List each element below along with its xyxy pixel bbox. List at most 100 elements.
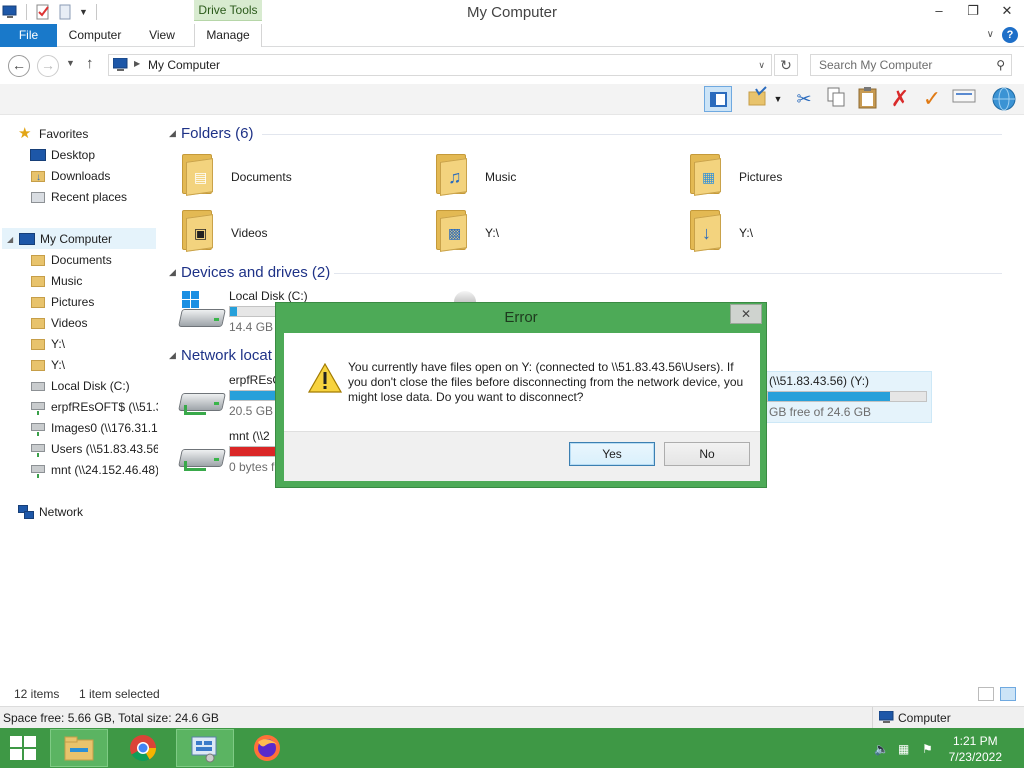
back-button[interactable]: ←: [8, 55, 30, 77]
folder-tile-pictures[interactable]: ▦ Pictures: [688, 150, 928, 200]
details-bar: Space free: 5.66 GB, Total size: 24.6 GB…: [0, 706, 1024, 729]
breadcrumb-path[interactable]: My Computer: [148, 58, 220, 72]
cut-icon[interactable]: ✂: [790, 86, 818, 112]
zone-indicator: Computer: [872, 707, 1024, 729]
forward-button[interactable]: →: [37, 55, 59, 77]
address-dropdown-icon[interactable]: ∨: [758, 60, 765, 71]
folder-tile-y[interactable]: ▩ Y:\: [434, 206, 674, 256]
computer-icon: [879, 711, 894, 723]
nav-network-drive-images[interactable]: Images0 (\\176.31.17: [30, 417, 158, 438]
nav-my-computer[interactable]: ◢ My Computer: [2, 228, 156, 249]
nav-downloads[interactable]: ↓ Downloads: [30, 165, 156, 186]
nav-y-drive-folder-2[interactable]: Y:\: [30, 354, 156, 375]
refresh-button[interactable]: ↻: [774, 54, 798, 76]
taskbar-firefox[interactable]: [238, 729, 296, 767]
folders-group-header[interactable]: ◢ Folders (6): [169, 125, 254, 142]
search-box[interactable]: ⚲: [810, 54, 1012, 76]
videos-folder-icon: ▣: [180, 208, 214, 252]
selection-count: 1 item selected: [79, 687, 160, 701]
devices-group-header[interactable]: ◢ Devices and drives (2): [169, 264, 330, 281]
properties-icon[interactable]: [950, 86, 978, 112]
no-button[interactable]: No: [664, 442, 750, 466]
taskbar-file-explorer[interactable]: [50, 729, 108, 767]
start-button[interactable]: [10, 736, 38, 760]
network-group-header[interactable]: ◢ Network locat: [169, 347, 272, 364]
yes-button[interactable]: Yes: [569, 442, 655, 466]
navigation-pane-button[interactable]: [704, 86, 732, 112]
tab-view[interactable]: View: [135, 24, 189, 47]
options-dropdown-icon[interactable]: ▼: [770, 86, 786, 112]
tiles-view-icon[interactable]: [1000, 687, 1016, 701]
music-folder-icon: ♫: [434, 152, 468, 196]
nav-y-drive-folder[interactable]: Y:\: [30, 333, 156, 354]
nav-label: Y:\: [51, 336, 66, 351]
rename-check-icon[interactable]: ✓: [918, 86, 946, 112]
collapse-chevron-icon[interactable]: ◢: [169, 128, 176, 139]
delete-icon[interactable]: ✗: [886, 86, 914, 112]
network-tray-icon[interactable]: ▦: [898, 742, 914, 756]
folder-tile-documents[interactable]: ▤ Documents: [180, 150, 420, 200]
nav-network[interactable]: Network: [18, 501, 156, 522]
dialog-message: You currently have files open on Y: (con…: [348, 360, 744, 404]
nav-pictures[interactable]: Pictures: [30, 291, 156, 312]
folder-tile-y-2[interactable]: ↓ Y:\: [688, 206, 928, 256]
nav-network-drive-erpf[interactable]: erpfREsOFT$ (\\51.3: [30, 396, 158, 417]
dialog-close-button[interactable]: ✕: [730, 304, 762, 324]
details-view-icon[interactable]: [978, 687, 994, 701]
folder-tile-videos[interactable]: ▣ Videos: [180, 206, 420, 256]
nav-videos[interactable]: Videos: [30, 312, 156, 333]
search-input[interactable]: [811, 55, 981, 75]
collapse-chevron-icon[interactable]: ◢: [7, 235, 13, 244]
nav-label: Favorites: [39, 126, 89, 141]
tab-manage[interactable]: Manage: [194, 24, 262, 47]
collapse-chevron-icon[interactable]: ◢: [169, 350, 176, 361]
taskbar-control-panel[interactable]: [176, 729, 234, 767]
globe-icon[interactable]: [990, 86, 1018, 112]
downloads-folder-icon: ↓: [688, 208, 722, 252]
drive-free-space: GB free of 24.6 GB: [769, 405, 872, 419]
search-icon[interactable]: ⚲: [996, 58, 1005, 72]
paste-icon[interactable]: [854, 86, 882, 112]
taskbar-chrome[interactable]: [114, 729, 172, 767]
minimize-button[interactable]: –: [922, 0, 956, 22]
maximize-button[interactable]: ❐: [956, 0, 990, 22]
nav-music[interactable]: Music: [30, 270, 156, 291]
help-icon[interactable]: ?: [1002, 27, 1018, 43]
tile-label: Pictures: [739, 170, 783, 184]
copy-icon[interactable]: [822, 86, 850, 112]
recent-places-icon: [30, 189, 46, 205]
system-clock[interactable]: 1:21 PM 7/23/2022: [949, 733, 1002, 765]
breadcrumb-chevron-icon[interactable]: ▶: [134, 59, 140, 68]
recent-locations-icon[interactable]: ▼: [66, 58, 75, 68]
collapse-chevron-icon[interactable]: ◢: [169, 267, 176, 278]
address-bar[interactable]: ▶ My Computer ∨: [108, 54, 772, 76]
nav-local-disk[interactable]: Local Disk (C:): [30, 375, 156, 396]
nav-label: Network: [39, 504, 84, 519]
nav-network-drive-mnt[interactable]: mnt (\\24.152.46.48): [30, 459, 158, 480]
nav-recent-places[interactable]: Recent places: [30, 186, 156, 207]
chrome-icon: [130, 735, 157, 762]
nav-documents[interactable]: Documents: [30, 249, 156, 270]
expand-ribbon-icon[interactable]: ∨: [987, 29, 994, 40]
taskbar: 🔈 ▦ ⚑ 1:21 PM 7/23/2022: [0, 728, 1024, 768]
folder-icon: [30, 336, 46, 352]
volume-muted-icon[interactable]: 🔈: [874, 742, 890, 756]
nav-label: Documents: [51, 252, 112, 267]
tile-label: Videos: [231, 226, 268, 240]
item-count: 12 items: [14, 687, 60, 701]
desktop-icon: [30, 147, 46, 163]
close-button[interactable]: ✕: [990, 0, 1024, 22]
action-center-flag-icon[interactable]: ⚑: [922, 742, 938, 756]
nav-network-drive-users[interactable]: Users (\\51.83.43.56): [30, 438, 158, 459]
up-button[interactable]: ↑: [86, 55, 94, 72]
window-title: My Computer: [466, 4, 558, 21]
nav-label: mnt (\\24.152.46.48): [51, 462, 158, 477]
tab-computer[interactable]: Computer: [60, 24, 130, 47]
check-folder-icon[interactable]: [744, 86, 772, 112]
folder-tile-music[interactable]: ♫ Music: [434, 150, 674, 200]
nav-favorites[interactable]: ★ Favorites: [18, 123, 156, 144]
nav-desktop[interactable]: Desktop: [30, 144, 156, 165]
tab-file[interactable]: File: [0, 24, 57, 47]
videos-folder-icon: [30, 315, 46, 331]
network-drive-icon: [178, 431, 226, 475]
